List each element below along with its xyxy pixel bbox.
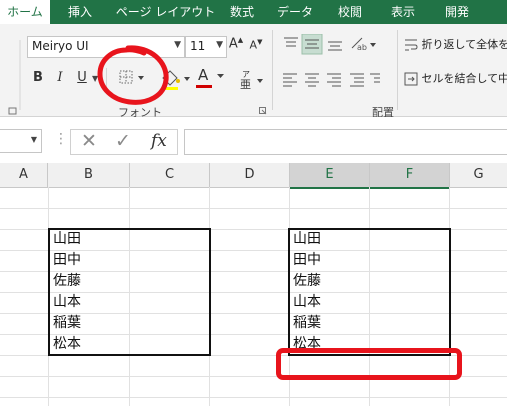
right-table-cell[interactable]: 佐藤 bbox=[291, 271, 321, 292]
ribbon-tab-bar: ホーム 挿入 ページ レイアウト 数式 データ 校閲 表示 開発 bbox=[0, 0, 507, 24]
group-separator bbox=[272, 30, 273, 110]
tab-view[interactable]: 表示 bbox=[383, 0, 423, 24]
left-table-cell[interactable]: 山田 bbox=[51, 229, 81, 250]
chevron-down-icon[interactable]: ▼ bbox=[31, 135, 37, 144]
svg-text:ab: ab bbox=[357, 43, 367, 52]
wrap-text-label: 折り返して全体を bbox=[421, 38, 507, 51]
red-circle-annotation bbox=[97, 45, 169, 105]
left-table-cell[interactable]: 山本 bbox=[51, 292, 81, 313]
clipboard-edge-icon bbox=[8, 40, 21, 115]
chevron-down-icon bbox=[217, 74, 224, 78]
grow-font-button[interactable]: A▲ bbox=[228, 36, 244, 56]
chevron-down-icon[interactable]: ▼ bbox=[216, 40, 223, 50]
vertical-align-icons: ab bbox=[284, 33, 376, 55]
font-color-bar bbox=[196, 85, 212, 88]
tab-insert[interactable]: 挿入 bbox=[55, 0, 105, 24]
horizontal-align-icons bbox=[283, 73, 380, 87]
group-separator bbox=[397, 30, 398, 110]
left-table-cell[interactable]: 田中 bbox=[51, 250, 81, 271]
tab-home[interactable]: ホーム bbox=[0, 0, 50, 24]
column-header-g[interactable]: G bbox=[450, 163, 507, 188]
formula-bar-area: ▼ ⋮ ✕ ✓ fx bbox=[0, 117, 507, 162]
cancel-button[interactable]: ✕ bbox=[81, 130, 97, 152]
tab-review[interactable]: 校閲 bbox=[330, 0, 370, 24]
tab-formulas[interactable]: 数式 bbox=[222, 0, 262, 24]
left-table-cell[interactable]: 松本 bbox=[51, 334, 81, 355]
merge-center-button[interactable]: セルを結合して中 bbox=[404, 70, 507, 90]
column-header-e[interactable]: E bbox=[290, 163, 370, 189]
column-header-d[interactable]: D bbox=[210, 163, 290, 188]
wrap-text-button[interactable]: 折り返して全体を bbox=[404, 36, 507, 56]
left-table-cell[interactable]: 稲葉 bbox=[51, 313, 81, 334]
right-table-cell[interactable]: 山本 bbox=[291, 292, 321, 313]
ribbon-panel: Meiryo UI ▼ 11 ▼ A▲ A▼ B I U ▼ A ア 亜 フォン… bbox=[0, 24, 507, 119]
dialog-launcher-icon[interactable] bbox=[259, 104, 267, 115]
clipboard-group-edge bbox=[0, 30, 22, 116]
font-color-button[interactable]: A bbox=[196, 66, 230, 92]
red-rectangle-annotation bbox=[276, 348, 462, 380]
phonetic-icon: ア 亜 bbox=[240, 70, 263, 91]
insert-function-button[interactable]: fx bbox=[151, 131, 167, 151]
formula-buttons: ✕ ✓ fx bbox=[70, 129, 178, 155]
horizontal-align-buttons bbox=[280, 70, 380, 92]
formula-input[interactable] bbox=[184, 129, 507, 155]
italic-button[interactable]: I bbox=[52, 70, 68, 85]
tab-developer[interactable]: 開発 bbox=[437, 0, 477, 24]
font-name-value: Meiryo UI bbox=[32, 39, 89, 53]
wrap-text-icon bbox=[405, 39, 418, 51]
left-table-cell[interactable]: 佐藤 bbox=[51, 271, 81, 292]
right-table-cell[interactable]: 山田 bbox=[291, 229, 321, 250]
bold-button[interactable]: B bbox=[30, 70, 46, 85]
shrink-font-button[interactable]: A▼ bbox=[248, 38, 264, 58]
font-size-box[interactable]: 11 ▼ bbox=[185, 36, 227, 58]
vertical-align-buttons: ab bbox=[280, 33, 380, 56]
column-header-a[interactable]: A bbox=[0, 163, 48, 188]
underline-button[interactable]: U bbox=[74, 70, 90, 85]
column-header-c[interactable]: C bbox=[130, 163, 210, 188]
merge-center-label: セルを結合して中 bbox=[421, 72, 507, 85]
phonetic-button[interactable]: ア 亜 bbox=[236, 68, 266, 92]
merge-cells-icon bbox=[404, 72, 418, 86]
grow-font-letter: A bbox=[228, 36, 238, 52]
font-size-value: 11 bbox=[190, 39, 206, 53]
svg-text:亜: 亜 bbox=[240, 78, 251, 91]
right-table-cell[interactable]: 稲葉 bbox=[291, 313, 321, 334]
right-table-cell[interactable]: 田中 bbox=[291, 250, 321, 271]
chevron-down-icon[interactable]: ▼ bbox=[174, 40, 181, 50]
enter-button[interactable]: ✓ bbox=[115, 130, 131, 152]
column-header-f[interactable]: F bbox=[370, 163, 450, 189]
shrink-font-letter: A bbox=[249, 38, 258, 52]
column-header-b[interactable]: B bbox=[48, 163, 130, 188]
drag-handle-icon[interactable]: ⋮ bbox=[54, 131, 68, 147]
tab-data[interactable]: データ bbox=[272, 0, 318, 24]
font-color-letter: A bbox=[198, 66, 209, 84]
tab-page-layout[interactable]: ページ レイアウト bbox=[108, 0, 223, 24]
name-box[interactable]: ▼ bbox=[0, 129, 42, 153]
